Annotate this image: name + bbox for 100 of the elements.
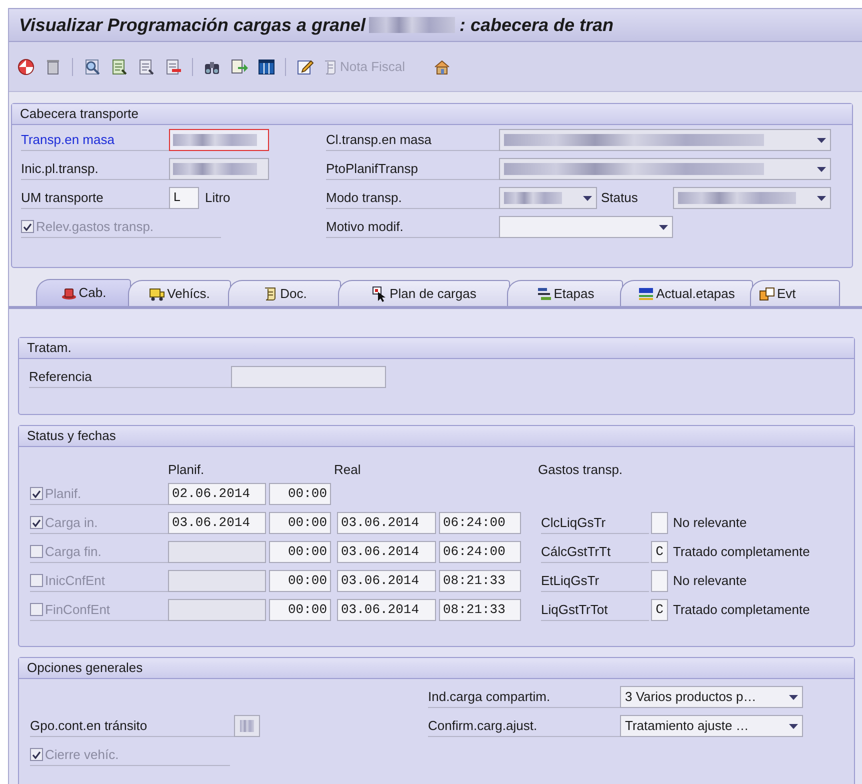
truck-icon (149, 286, 166, 302)
dropdown-value: 3 Varios productos p… (625, 688, 756, 706)
cursor-icon (372, 286, 388, 302)
status-text: Tratado completamente (673, 601, 810, 620)
caret-icon[interactable] (817, 166, 826, 172)
trash-icon (44, 58, 62, 76)
input-field[interactable] (231, 366, 386, 388)
caret-icon[interactable] (659, 224, 668, 230)
check-icon (32, 750, 41, 758)
checkbox[interactable] (30, 574, 43, 587)
input-field[interactable]: L (169, 187, 199, 209)
document-icon (110, 58, 128, 76)
date-field: 03.06.2014 (337, 570, 436, 592)
bars-icon (638, 286, 654, 302)
field-label: ClcLiqGsTr (541, 512, 649, 534)
code-field: C (651, 541, 668, 563)
caret-icon[interactable] (817, 196, 826, 200)
time-field: 00:00 (269, 570, 331, 592)
caret-icon[interactable] (789, 694, 798, 700)
checkbox-label: Relev.gastos transp. (36, 218, 154, 236)
field-label: EtLiqGsTr (541, 570, 649, 592)
tab[interactable]: Plan de cargas (338, 280, 510, 306)
field-label: Gpo.cont.en tránsito (30, 715, 234, 737)
checkbox[interactable] (30, 603, 43, 616)
date-field: 03.06.2014 (168, 512, 266, 534)
caret-icon[interactable] (583, 196, 592, 200)
date-field: 03.06.2014 (337, 512, 436, 534)
caret-icon[interactable] (789, 724, 798, 728)
tab[interactable]: Vehícs. (128, 280, 231, 306)
field-label: CálcGstTrTt (541, 541, 649, 563)
time-field: 00:00 (269, 599, 331, 621)
field-label: Referencia (29, 366, 231, 388)
scroll-icon (322, 58, 338, 74)
check-icon (32, 518, 41, 526)
code-field (651, 570, 668, 592)
column-header: Gastos transp. (538, 461, 624, 480)
field-label: Ind.carga compartim. (428, 686, 620, 708)
window-title: Visualizar Programación cargas a granel (19, 14, 366, 37)
toolbar-button[interactable] (16, 56, 36, 76)
list-icon (536, 286, 552, 302)
dropdown[interactable]: Tratamiento ajuste … (620, 715, 803, 737)
column-header: Planif. (168, 461, 206, 480)
input-field[interactable] (169, 129, 269, 151)
date-field: 03.06.2014 (337, 599, 436, 621)
time-field: 00:00 (269, 512, 331, 534)
checkbox-label: Carga in. (45, 514, 98, 532)
panel-title: Status y fechas (27, 427, 116, 446)
input-field[interactable] (169, 158, 269, 180)
panel-title: Cabecera transporte (20, 105, 139, 124)
status-text: Tratado completamente (673, 543, 810, 562)
house-icon (433, 58, 452, 76)
time-field: 08:21:33 (439, 599, 521, 621)
tab[interactable]: Etapas (507, 280, 623, 306)
checkbox[interactable] (30, 545, 43, 558)
tab[interactable]: Cab. (36, 279, 131, 306)
field-label: Status (601, 189, 639, 208)
unit-label: Litro (205, 189, 230, 208)
column-header: Real (334, 461, 362, 480)
field-label: Confirm.carg.ajust. (428, 715, 620, 737)
date-field: 03.06.2014 (337, 541, 436, 563)
checkbox[interactable] (21, 220, 34, 233)
checkbox-label: Planif. (45, 484, 82, 503)
panel-title: Tratam. (27, 339, 72, 358)
window-title: : cabecera de tran (459, 14, 614, 36)
time-field: 06:24:00 (439, 541, 521, 563)
time-field: 06:24:00 (439, 512, 521, 534)
status-text: No relevante (673, 514, 747, 532)
checkbox-label: Carga fin. (45, 542, 102, 561)
dropdown-value: Tratamiento ajuste … (625, 717, 749, 736)
pencil-icon (296, 58, 314, 76)
time-field: 00:00 (269, 483, 331, 505)
blurred-value (240, 720, 254, 732)
checkbox[interactable] (30, 487, 43, 500)
code-field: C (651, 599, 668, 621)
scroll-icon (262, 286, 278, 302)
table-icon (257, 58, 275, 76)
tab[interactable]: Doc. (228, 280, 341, 306)
search-icon (83, 58, 101, 76)
create-icon (17, 58, 35, 76)
checkbox[interactable] (30, 516, 43, 529)
tab[interactable]: Actual.etapas (620, 280, 753, 306)
blurred-value (504, 192, 562, 204)
caret-icon[interactable] (817, 138, 826, 142)
checkbox-label: FinConfEnt (45, 600, 110, 619)
toolbar-button[interactable] (256, 56, 276, 76)
panel-title: Opciones generales (27, 659, 143, 678)
checkbox[interactable] (30, 748, 43, 761)
check-icon (23, 222, 32, 230)
windows-icon (759, 286, 775, 302)
time-field: 00:00 (269, 541, 331, 563)
time-field: 08:21:33 (439, 570, 521, 592)
document-icon (164, 58, 182, 76)
document-icon (137, 58, 155, 76)
tab[interactable]: Evt (750, 280, 840, 306)
check-icon (32, 490, 41, 498)
date-field: 02.06.2014 (168, 483, 266, 505)
field-label: LiqGstTrTot (541, 599, 649, 621)
dropdown[interactable]: 3 Varios productos p… (620, 686, 803, 708)
checkbox-label: Cierre vehíc. (45, 746, 119, 764)
status-text: No relevante (673, 572, 747, 590)
